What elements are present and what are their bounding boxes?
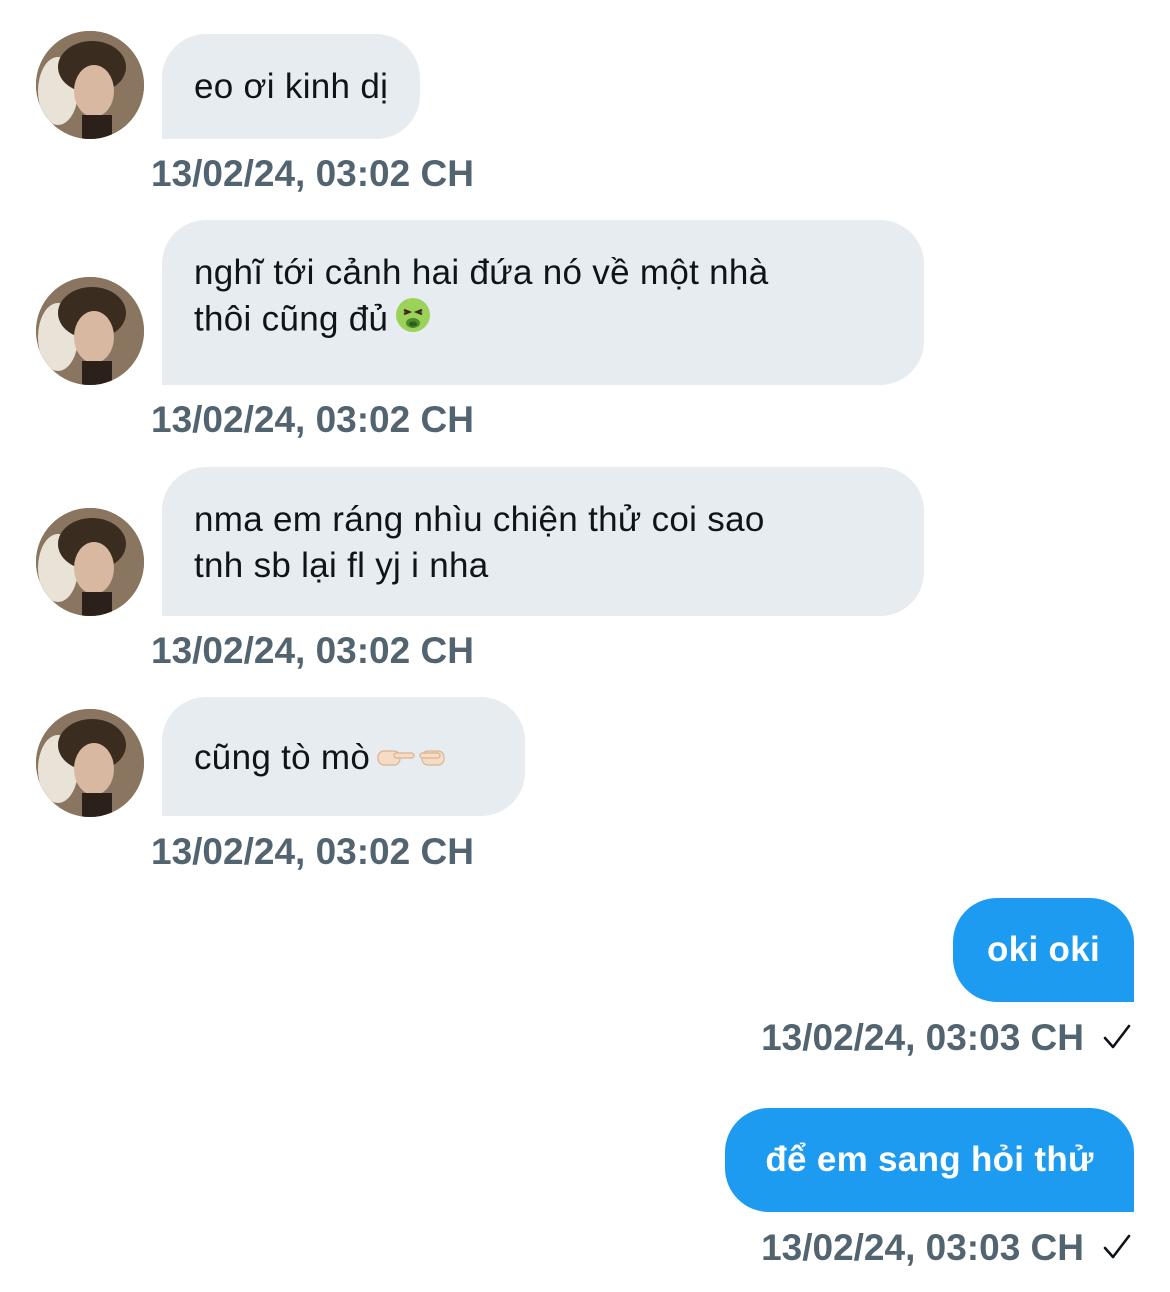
message-timestamp: 13/02/24, 03:02 CH <box>151 399 474 440</box>
message-time-text: 13/02/24, 03:03 CH <box>761 1227 1084 1268</box>
message-text-line: tnh sb lại fl yj i nha <box>194 546 489 585</box>
check-icon <box>1100 1020 1134 1054</box>
sender-avatar[interactable] <box>36 277 144 385</box>
message-text: để em sang hỏi thử <box>765 1140 1094 1179</box>
message-text-line: nghĩ tới cảnh hai đứa nó về một nhà <box>194 253 769 292</box>
nauseated-face-icon <box>394 296 432 346</box>
message-text: oki oki <box>987 930 1100 969</box>
message-timestamp: 13/02/24, 03:02 CH <box>151 831 474 872</box>
message-bubble-incoming[interactable]: cũng tò mò <box>162 697 525 816</box>
avatar-image <box>36 31 144 139</box>
message-text: eo ơi kinh dị <box>194 67 389 106</box>
sender-avatar[interactable] <box>36 709 144 817</box>
message-timestamp: 13/02/24, 03:03 CH <box>761 1016 1134 1060</box>
message-text-line: nma em ráng nhìu chiện thử coi sao <box>194 500 765 539</box>
message-text-line: thôi cũng đủ <box>194 299 389 339</box>
message-text-line: cũng tò mò <box>194 735 493 783</box>
message-timestamp: 13/02/24, 03:02 CH <box>151 630 474 671</box>
message-time-text: 13/02/24, 03:03 CH <box>761 1017 1084 1058</box>
sender-avatar[interactable] <box>36 508 144 616</box>
sender-avatar[interactable] <box>36 31 144 139</box>
message-bubble-outgoing[interactable]: oki oki <box>953 898 1134 1002</box>
index-fingers-pointing-icon <box>376 737 460 783</box>
avatar-image <box>36 277 144 385</box>
message-text: cũng tò mò <box>194 738 371 777</box>
message-text-line: thôi cũng đủ <box>194 296 892 346</box>
message-bubble-incoming[interactable]: eo ơi kinh dị <box>162 34 421 139</box>
message-timestamp: 13/02/24, 03:02 CH <box>151 153 474 194</box>
message-timestamp: 13/02/24, 03:03 CH <box>761 1226 1134 1270</box>
message-bubble-incoming[interactable]: nghĩ tới cảnh hai đứa nó về một nhà thôi… <box>162 220 924 385</box>
conversation-thread: eo ơi kinh dị 13/02/24, 03:02 CH nghĩ tớ… <box>0 0 1170 1292</box>
check-icon <box>1100 1230 1134 1264</box>
avatar-image <box>36 508 144 616</box>
message-bubble-outgoing[interactable]: để em sang hỏi thử <box>725 1108 1134 1212</box>
avatar-image <box>36 709 144 817</box>
message-bubble-incoming[interactable]: nma em ráng nhìu chiện thử coi sao tnh s… <box>162 467 924 616</box>
